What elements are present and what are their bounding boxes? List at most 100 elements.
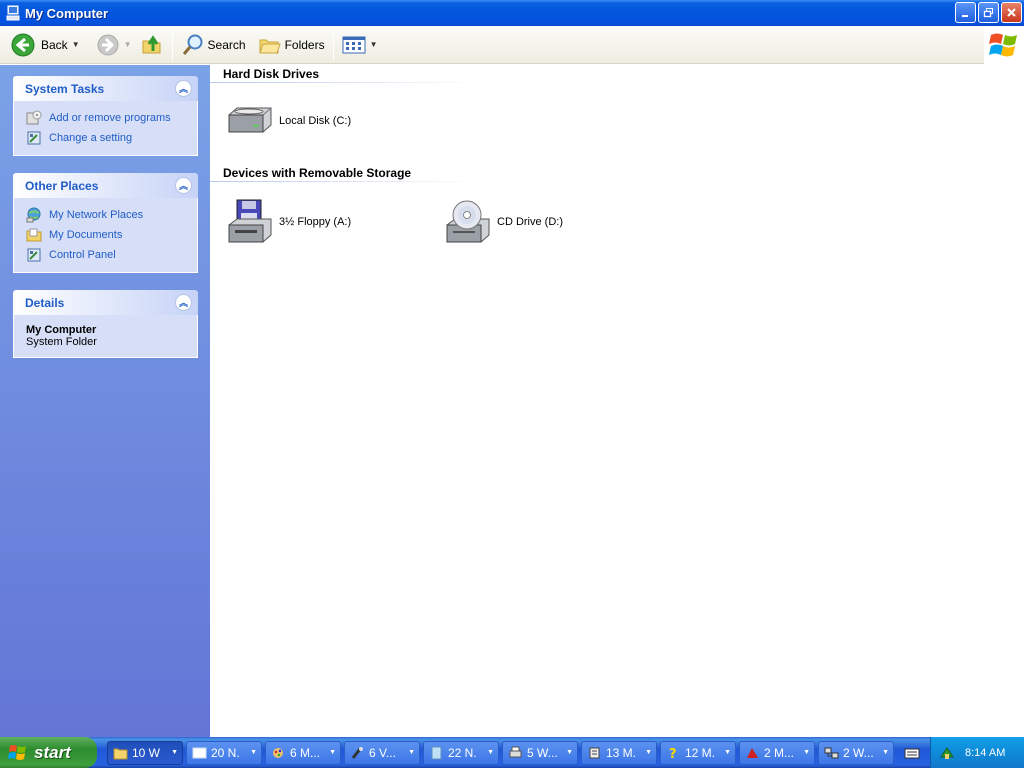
chevron-down-icon: ▼ — [803, 749, 810, 756]
drive-item-local-disk-c[interactable]: Local Disk (C:) — [225, 105, 351, 137]
toolbar: Back ▼ ▼ Search Folders ▼ — [0, 26, 1024, 64]
taskbar-group-label: 12 M. — [685, 745, 716, 760]
folder-icon — [113, 748, 128, 759]
search-label: Search — [207, 37, 246, 52]
task-label: Control Panel — [49, 249, 116, 261]
restore-icon — [983, 8, 993, 18]
chevron-down-icon: ▼ — [645, 749, 652, 756]
taskbar-group-label: 13 M. — [606, 745, 637, 760]
folders-button[interactable]: Folders — [254, 30, 329, 60]
chevron-down-icon: ▼ — [408, 749, 415, 756]
documents-folder-icon — [26, 228, 42, 242]
back-arrow-icon — [11, 33, 35, 56]
up-folder-button[interactable] — [136, 30, 168, 60]
control-panel-icon — [27, 131, 41, 145]
minimize-button[interactable] — [955, 2, 976, 23]
system-tasks-panel: System Tasks ︽ Add or remove programs Ch… — [13, 76, 198, 156]
search-button[interactable]: Search — [177, 30, 250, 60]
task-label: My Network Places — [49, 209, 144, 221]
notepad-icon — [431, 746, 442, 759]
windows-logo — [984, 26, 1024, 64]
drive-label: 3½ Floppy (A:) — [279, 216, 352, 228]
details-type: System Folder — [26, 336, 97, 348]
keyboard-language-button[interactable] — [899, 741, 925, 765]
views-icon — [342, 36, 366, 53]
add-remove-programs-link[interactable]: Add or remove programs — [26, 108, 197, 128]
tool-icon — [351, 746, 363, 759]
cd-drive-icon — [446, 200, 490, 243]
change-setting-link[interactable]: Change a setting — [26, 128, 197, 148]
taskbar-group-windows[interactable]: 20 N. ▼ — [186, 740, 262, 765]
collapse-icon[interactable]: ︽ — [175, 80, 192, 97]
collapse-icon[interactable]: ︽ — [175, 177, 192, 194]
restore-button[interactable] — [978, 2, 999, 23]
network-places-icon — [26, 207, 41, 223]
forward-arrow-icon — [97, 34, 119, 55]
window-icon — [192, 747, 207, 758]
drive-item-floppy-a[interactable]: 3½ Floppy (A:) — [225, 199, 351, 245]
system-tasks-header[interactable]: System Tasks ︽ — [13, 76, 198, 101]
control-panel-link[interactable]: Control Panel — [26, 245, 197, 265]
windows-flag-icon — [989, 33, 1017, 57]
control-panel-icon — [27, 248, 41, 262]
details-panel: Details ︽ My Computer System Folder — [13, 290, 198, 358]
details-name: My Computer — [26, 324, 97, 336]
chevron-down-icon: ▼ — [487, 749, 494, 756]
taskbar-group-paint[interactable]: 6 M... ▼ — [265, 740, 341, 765]
forward-button[interactable]: ▼ — [92, 30, 136, 60]
windows-flag-icon — [8, 744, 26, 760]
drive-label: Local Disk (C:) — [279, 115, 352, 127]
taskbar-group-label: 5 W... — [527, 745, 558, 760]
taskbar-group-network[interactable]: 2 W... ▼ — [818, 740, 894, 765]
taskbar-group-tools[interactable]: 6 V... ▼ — [344, 740, 420, 765]
taskbar-group-label: 10 W — [132, 745, 161, 760]
up-folder-icon — [142, 34, 161, 53]
views-dropdown-icon: ▼ — [369, 40, 378, 49]
forward-dropdown-icon[interactable]: ▼ — [124, 40, 132, 49]
chevron-down-icon: ▼ — [171, 749, 178, 756]
other-places-panel: Other Places ︽ My Network Places My Docu… — [13, 173, 198, 273]
add-remove-programs-icon — [26, 110, 42, 125]
my-computer-icon — [6, 5, 20, 21]
start-button[interactable]: start — [0, 737, 97, 768]
taskbar-group-games[interactable]: 2 M... ▼ — [739, 740, 815, 765]
details-header[interactable]: Details ︽ — [13, 290, 198, 315]
taskbar-group-label: 6 M... — [290, 745, 321, 760]
taskbar-group-notepad[interactable]: 22 N. ▼ — [423, 740, 499, 765]
back-dropdown-icon[interactable]: ▼ — [72, 40, 80, 49]
back-button[interactable]: Back ▼ — [6, 30, 84, 60]
close-button[interactable] — [1001, 2, 1022, 23]
taskbar-buttons: 10 W ▼ 20 N. ▼ 6 M... ▼ 6 V... ▼ 22 N. ▼… — [107, 740, 897, 765]
other-places-header[interactable]: Other Places ︽ — [13, 173, 198, 198]
start-label: start — [34, 742, 71, 762]
taskbar-group-printer[interactable]: 5 W... ▼ — [502, 740, 578, 765]
toolbar-separator — [171, 29, 173, 60]
task-label: Change a setting — [49, 132, 133, 144]
taskbar-group-help[interactable]: ? 12 M. ▼ — [660, 740, 736, 765]
folders-icon — [258, 39, 281, 53]
other-places-title: Other Places — [25, 178, 99, 193]
network-places-link[interactable]: My Network Places — [26, 205, 197, 225]
drive-item-cd-drive-d[interactable]: CD Drive (D:) — [443, 199, 563, 245]
taskbar-group-apps[interactable]: 13 M. ▼ — [581, 740, 657, 765]
taskbar-group-label: 22 N. — [448, 745, 477, 760]
taskbar-group-label: 20 N. — [211, 745, 240, 760]
title-bar: My Computer — [0, 0, 1024, 26]
app-icon — [589, 747, 600, 758]
collapse-icon[interactable]: ︽ — [175, 294, 192, 311]
views-button[interactable]: ▼ — [338, 30, 382, 60]
group-divider — [210, 181, 485, 182]
chevron-down-icon: ▼ — [882, 749, 889, 756]
my-documents-link[interactable]: My Documents — [26, 225, 197, 245]
group-divider — [210, 82, 485, 83]
help-icon: ? — [669, 747, 677, 760]
clock[interactable]: 8:14 AM — [965, 747, 1005, 759]
tray-app-icon[interactable] — [939, 745, 955, 761]
folders-label: Folders — [284, 37, 325, 52]
back-label: Back — [41, 37, 68, 52]
taskbar-group-explorer[interactable]: 10 W ▼ — [107, 740, 183, 765]
floppy-drive-icon — [228, 199, 272, 243]
hard-disk-icon — [228, 107, 272, 133]
keyboard-icon — [904, 748, 920, 758]
search-icon — [182, 34, 203, 55]
